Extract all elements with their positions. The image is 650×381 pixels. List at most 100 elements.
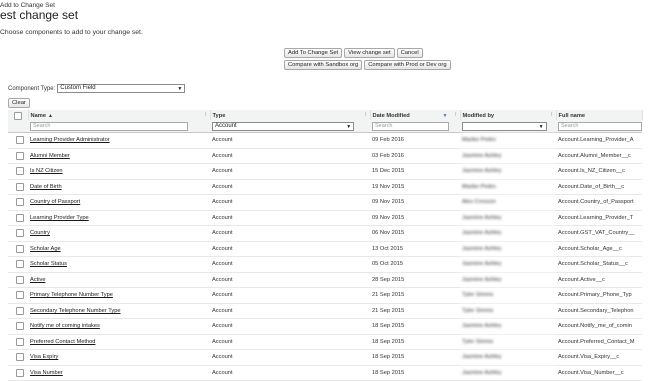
row-checkbox[interactable] [16,306,24,315]
component-name-link[interactable]: Learning Provider Type [30,215,89,221]
type-filter-select[interactable]: Account ▼ [212,121,355,131]
component-name-link[interactable]: Learning Provider Administrator [30,137,110,143]
component-name-link[interactable]: Alumni Member [30,153,70,159]
modified-by-column-header[interactable]: Modified by ⁞ [460,110,557,120]
component-name-link[interactable]: Preferred Contact Method [30,339,95,345]
date-modified-cell: 09 Nov 2015 [370,210,460,226]
date-modified-cell: 18 Sep 2015 [370,349,460,366]
name-column-header[interactable]: Name ▲ ⁞ [28,110,211,120]
page-subtitle: Choose components to add to your change … [0,29,143,36]
component-name-link[interactable]: Scholar Status [30,261,67,267]
table-row: Scholar Status Account 05 Oct 2015 Jasmine … [8,256,642,273]
date-modified-cell: 09 Feb 2016 [370,132,460,149]
full-name-search-input[interactable]: Search [558,121,642,131]
row-checkbox[interactable] [16,198,24,207]
date-modified-cell: 13 Oct 2015 [370,241,460,257]
modified-by-cell: Marike Pedro [460,132,556,149]
full-name-cell: Account.Scholar_Age__c [556,241,642,257]
component-name-link[interactable]: Visa Expiry [30,354,58,360]
full-name-cell: Account.Secondary_Telephon [556,303,642,319]
date-column-header[interactable]: Date Modified ▼ ⁞ [370,110,461,120]
name-search-input[interactable]: Search [30,121,189,131]
row-checkbox[interactable] [16,291,24,300]
column-resize-icon[interactable]: ⁞ [365,112,367,118]
component-name-link[interactable]: Notify me of coming intakes [30,323,100,329]
view-change-set-button[interactable]: View change set [344,48,395,58]
component-name-link[interactable]: Visa Number [30,370,63,376]
component-name-link[interactable]: Scholar Age [30,246,61,252]
row-checkbox[interactable] [16,229,24,238]
modified-by-cell: Tyler Simms [460,303,556,319]
component-name-link[interactable]: Secondary Telephone Number Type [30,308,121,314]
column-resize-icon[interactable]: ⁞ [205,112,207,118]
add-to-change-set-button[interactable]: Add To Change Set [284,48,343,58]
column-resize-icon[interactable]: ⁞ [551,112,553,118]
type-cell: Account [210,318,370,335]
modified-by-cell: Jasmine Ashley [460,349,556,366]
table-row: Date of Birth Account 19 Nov 2015 Marike Pe… [8,179,642,195]
full-name-cell: Account.Visa_Number__c [556,365,642,381]
modified-by-filter-select[interactable]: ▼ [462,121,547,131]
date-search-input[interactable]: Search [372,121,450,131]
row-checkbox[interactable] [16,337,24,346]
full-name-cell: Account.Notify_me_of_comin [556,318,642,335]
component-name-link[interactable]: Is NZ Citizen [30,168,63,174]
full-name-cell: Account.GST_VAT_Country__ [556,225,642,242]
modified-by-cell: Jasmine Ashley [460,241,556,257]
date-modified-cell: 06 Nov 2015 [370,225,460,242]
component-name-link[interactable]: Primary Telephone Number Type [30,292,113,298]
component-type-label: Component Type: [8,85,56,92]
compare-sandbox-button[interactable]: Compare with Sandbox org [284,60,363,70]
component-type-select[interactable]: Custom Field ▼ [57,84,186,93]
component-name-link[interactable]: Country of Passport [30,199,80,205]
type-cell: Account [210,287,370,304]
modified-by-cell: Alex Cresson [460,194,556,211]
date-modified-cell: 15 Dec 2015 [370,163,460,180]
table-row: Learning Provider Administrator Account 09… [8,132,642,149]
row-checkbox[interactable] [16,244,24,253]
full-name-cell: Account.Visa_Expiry__c [556,349,642,366]
component-name-link[interactable]: Active [30,277,46,283]
row-checkbox[interactable] [16,322,24,331]
table-row: Country Account 06 Nov 2015 Jasmine Ashley A… [8,225,642,242]
compare-prod-button[interactable]: Compare with Prod or Dev org [364,60,451,70]
type-column-header[interactable]: Type ⁞ [210,110,371,120]
row-checkbox[interactable] [16,182,24,191]
component-name-link[interactable]: Country [30,230,50,236]
cancel-button[interactable]: Cancel [396,48,423,58]
row-checkbox[interactable] [16,167,24,176]
full-name-cell: Account.Primary_Phone_Typ [556,287,642,304]
chevron-down-icon: ▼ [177,86,183,92]
component-name-link[interactable]: Date of Birth [30,184,62,190]
row-checkbox[interactable] [16,151,24,160]
row-checkbox[interactable] [16,353,24,362]
filter-row: Search Account ▼ Search ▼ Search [8,120,642,133]
modified-by-cell: Marike Pedro [460,179,556,195]
type-cell: Account [210,194,370,211]
full-name-cell: Account.Date_of_Birth__c [556,179,642,195]
modified-by-cell: Jasmine Ashley [460,163,556,180]
row-checkbox[interactable] [16,213,24,222]
row-checkbox[interactable] [16,136,24,145]
full-name-column-header[interactable]: Full name [556,110,643,120]
modified-by-cell: Jasmine Ashley [460,256,556,273]
table-header-row: Name ▲ ⁞ Type ⁞ Date Modified ▼ ⁞ Modified by… [8,110,643,120]
sort-desc-icon: ▼ [442,113,448,119]
table-row: Active Account 28 Sep 2015 Jasmine Ashley Ac… [8,272,642,288]
type-cell: Account [210,163,370,180]
clear-filters-button[interactable]: Clear [8,98,30,108]
select-all-header [8,110,29,120]
type-cell: Account [210,225,370,242]
table-row: Scholar Age Account 13 Oct 2015 Jasmine Ash… [8,241,642,257]
row-checkbox[interactable] [16,368,24,377]
date-modified-cell: 03 Feb 2016 [370,148,460,164]
component-type-control: Component Type: Custom Field ▼ [8,84,186,93]
row-checkbox[interactable] [16,275,24,284]
modified-by-cell: Jasmine Ashley [460,272,556,288]
row-checkbox[interactable] [16,260,24,269]
table-row: Is NZ Citizen Account 15 Dec 2015 Jasmine A… [8,163,642,180]
select-all-checkbox[interactable] [14,111,22,120]
components-table: Name ▲ ⁞ Type ⁞ Date Modified ▼ ⁞ Modified by… [8,110,643,381]
column-resize-icon[interactable]: ⁞ [455,112,457,118]
table-row: Visa Expiry Account 18 Sep 2015 Jasmine Ash… [8,349,642,366]
